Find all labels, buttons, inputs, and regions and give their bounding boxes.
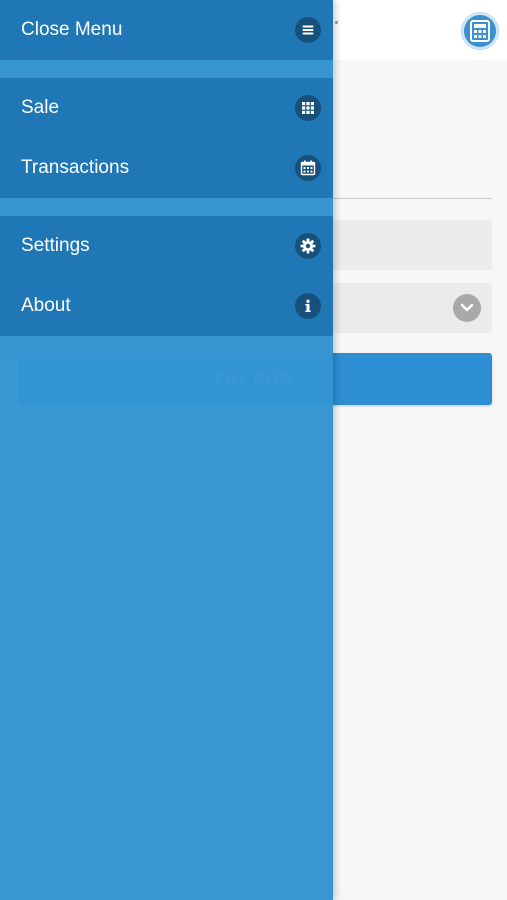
menu-divider xyxy=(0,336,333,356)
header-dot xyxy=(335,21,338,24)
menu-divider xyxy=(0,198,333,216)
menu-divider xyxy=(0,60,333,78)
chevron-down-icon[interactable] xyxy=(453,294,481,322)
menu-item-about[interactable]: About xyxy=(0,276,333,336)
close-menu-label: Close Menu xyxy=(21,19,123,40)
menu-item-settings[interactable]: Settings xyxy=(0,216,333,276)
grid-icon xyxy=(295,95,321,121)
calendar-icon xyxy=(295,155,321,181)
menu-item-label: Settings xyxy=(21,235,90,256)
menu-item-label: Transactions xyxy=(21,157,130,178)
app-screen: PAY NOW Close Menu Sale xyxy=(0,0,507,900)
gear-icon xyxy=(295,233,321,259)
menu-item-transactions[interactable]: Transactions xyxy=(0,138,333,198)
menu-item-label: Sale xyxy=(21,97,60,118)
menu-item-label: About xyxy=(21,295,71,316)
calculator-icon[interactable] xyxy=(461,12,499,50)
side-drawer: Close Menu Sale Transactions Settings Ab… xyxy=(0,0,333,900)
close-menu-button[interactable]: Close Menu xyxy=(0,0,333,60)
menu-item-sale[interactable]: Sale xyxy=(0,78,333,138)
hamburger-icon xyxy=(295,17,321,43)
info-icon xyxy=(295,293,321,319)
